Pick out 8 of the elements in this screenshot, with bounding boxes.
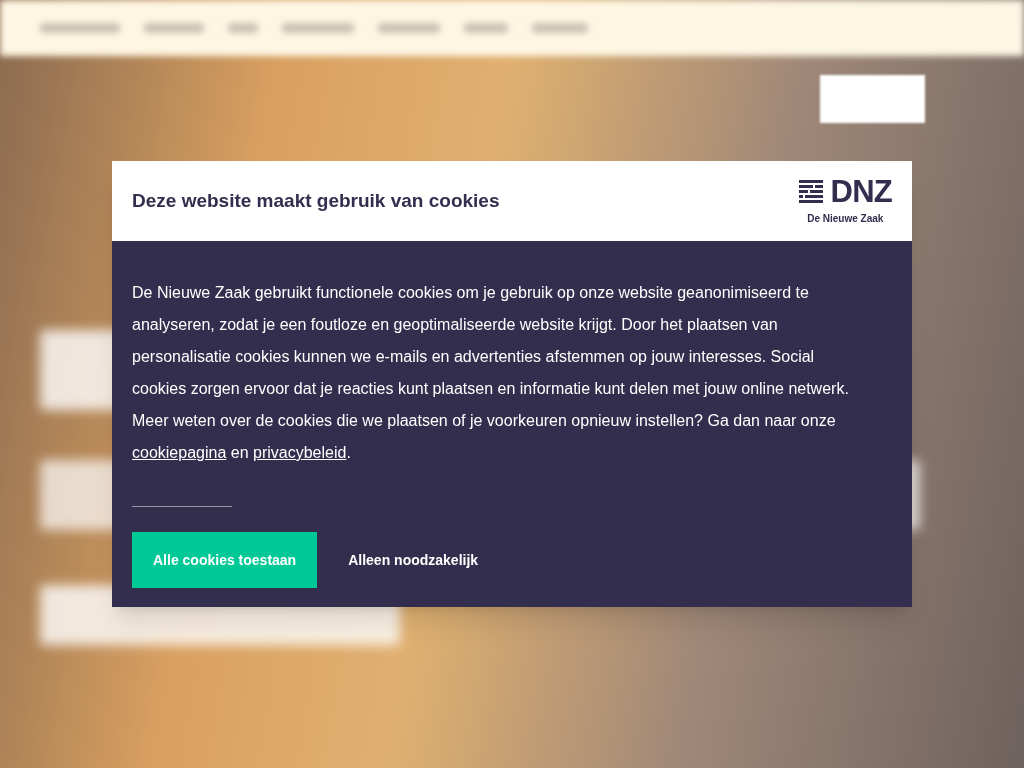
logo-tagline: De Nieuwe Zaak (807, 212, 884, 226)
cookie-description: De Nieuwe Zaak gebruikt functionele cookies om je gebruik op onze website geanonimiseerd te analyseren, zodat je een foutloze en geoptimaliseerde website krijgt. Door het plaatsen van personalisatie cookies kunnen we e-mails en advertenties afstemmen op jouw interesses. Social cookies zorgen ervoor dat je reacties kunt plaatsen en informatie kunt delen met jouw online netwerk. Meer weten over de cookies die we plaatsen of je voorkeuren opnieuw instellen? Ga dan naar onze cookiepagina en privacybeleid. (132, 283, 850, 463)
policy-link[interactable]: privacybeleid (253, 444, 347, 461)
necessary-only-button[interactable]: Alleen noodzakelijk (348, 532, 479, 588)
dialog-title: Deze website maakt gebruik van cookies (132, 188, 500, 213)
policy-link[interactable]: cookiepagina (132, 444, 227, 461)
logo-wordmark: DNZ (830, 176, 892, 207)
stairs-logo-icon (798, 179, 823, 204)
